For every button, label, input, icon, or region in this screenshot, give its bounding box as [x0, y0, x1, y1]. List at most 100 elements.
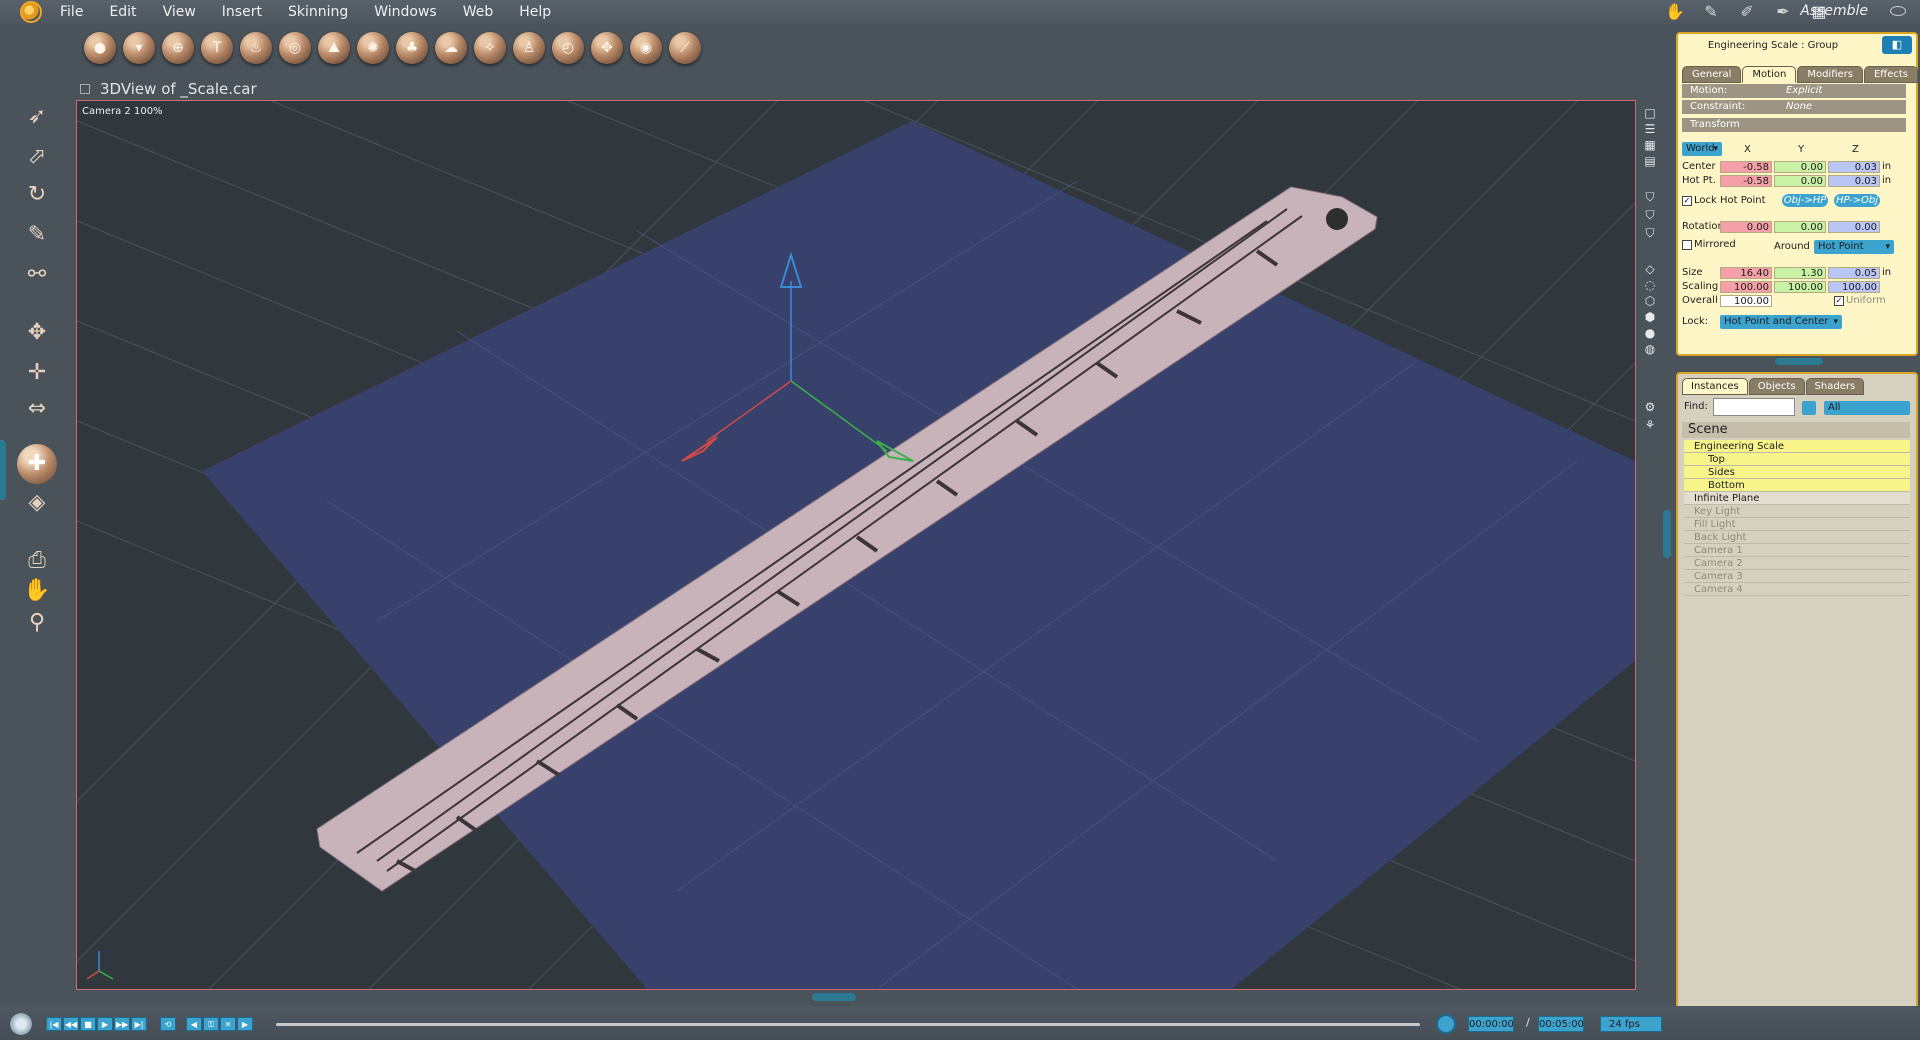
space-dropdown[interactable]: World ▾ — [1682, 142, 1722, 156]
quad-view-icon[interactable]: ▦ — [1643, 138, 1657, 152]
tab-objects[interactable]: Objects — [1748, 378, 1805, 395]
tri-view-icon[interactable]: ▤ — [1643, 154, 1657, 168]
add-key-icon[interactable]: ⚿ — [203, 1017, 219, 1031]
hotpt-x-field[interactable]: -0.58 — [1720, 175, 1772, 187]
timeline-splitter-handle[interactable] — [812, 993, 856, 1001]
render-icon[interactable]: ⚘ — [1643, 418, 1657, 432]
text-icon[interactable]: T — [201, 32, 233, 64]
light-select-icon[interactable]: ⛉ — [1643, 208, 1657, 222]
menu-help[interactable]: Help — [519, 4, 551, 20]
scaling-z-field[interactable]: 100.00 — [1828, 281, 1880, 293]
tab-general[interactable]: General — [1682, 66, 1742, 83]
panel-splitter-handle[interactable] — [1775, 358, 1823, 365]
rotation-x-field[interactable]: 0.00 — [1720, 221, 1772, 233]
menu-file[interactable]: File — [60, 4, 83, 20]
hand-room-icon[interactable]: ✋ — [1664, 3, 1686, 21]
app-logo-icon[interactable] — [20, 1, 42, 23]
hand-pan-icon[interactable]: ✋ — [20, 576, 54, 606]
single-view-icon[interactable]: □ — [1643, 106, 1657, 120]
texture-room-icon[interactable]: ✐ — [1736, 3, 1758, 21]
center-y-field[interactable]: 0.00 — [1774, 161, 1826, 173]
scene-tree-item[interactable]: Key Light — [1684, 505, 1910, 518]
terrain-icon[interactable]: ⛰ — [318, 32, 350, 64]
loop-icon[interactable]: ⟲ — [160, 1017, 176, 1031]
tab-effects[interactable]: Effects — [1863, 66, 1918, 83]
center-z-field[interactable]: 0.03 — [1828, 161, 1880, 173]
obj-to-hp-button[interactable]: Obj->HP — [1782, 194, 1828, 207]
find-input[interactable] — [1713, 398, 1795, 416]
split-view-icon[interactable]: ☰ — [1643, 122, 1657, 136]
rotation-y-field[interactable]: 0.00 — [1774, 221, 1826, 233]
puzzle-icon[interactable]: ✥ — [591, 32, 623, 64]
scene-tree-item[interactable]: Infinite Plane — [1684, 492, 1910, 505]
cog-icon[interactable]: ✺ — [357, 32, 389, 64]
scene-tree-item[interactable]: Top — [1684, 453, 1910, 466]
move-tool-icon[interactable]: ✚ — [17, 444, 57, 484]
size-z-field[interactable]: 0.05 — [1828, 267, 1880, 279]
scene-tree-item[interactable]: Sides — [1684, 466, 1910, 479]
around-dropdown[interactable]: Hot Point ▾ — [1814, 240, 1894, 254]
constraint-row[interactable]: Constraint: None — [1682, 100, 1906, 114]
constraint-value[interactable]: None — [1786, 100, 1812, 114]
tab-motion[interactable]: Motion — [1742, 66, 1797, 83]
next-key-icon[interactable]: ▶ — [237, 1017, 253, 1031]
menu-web[interactable]: Web — [463, 4, 494, 20]
filter-dropdown[interactable]: All — [1824, 401, 1910, 415]
scene-tree-item[interactable]: Camera 1 — [1684, 544, 1910, 557]
scaling-x-field[interactable]: 100.00 — [1720, 281, 1772, 293]
menu-insert[interactable]: Insert — [222, 4, 262, 20]
torus-icon[interactable]: ◎ — [279, 32, 311, 64]
scene-tree-item[interactable]: Bottom — [1684, 479, 1910, 492]
panel-toggle-icon[interactable]: ◧ — [1882, 36, 1912, 54]
animation-icon[interactable] — [10, 1013, 32, 1035]
link-icon[interactable]: ⚯ — [20, 260, 54, 290]
tree-icon[interactable]: ♣ — [396, 32, 428, 64]
preview-icon[interactable]: ⚙ — [1643, 400, 1657, 414]
menu-view[interactable]: View — [163, 4, 196, 20]
overall-field[interactable]: 100.00 — [1720, 295, 1772, 307]
scene-tree-item[interactable]: Camera 2 — [1684, 557, 1910, 570]
cloud-icon[interactable]: ☁ — [435, 32, 467, 64]
zoom-icon[interactable]: ⚲ — [20, 608, 54, 638]
close-icon[interactable] — [80, 84, 90, 94]
clock-icon[interactable]: ◴ — [552, 32, 584, 64]
lock-dropdown[interactable]: Hot Point and Center ▾ — [1720, 315, 1842, 329]
uniform-checkbox[interactable]: ✓ — [1834, 296, 1844, 306]
motion-row[interactable]: Motion: Explicit — [1682, 84, 1906, 98]
current-time-field[interactable]: 00:00:00 — [1468, 1016, 1514, 1032]
pen-icon[interactable]: ✎ — [20, 220, 54, 250]
clock-icon[interactable] — [1436, 1014, 1456, 1034]
brush-room-icon[interactable]: ✒ — [1772, 3, 1794, 21]
tab-modifiers[interactable]: Modifiers — [1797, 66, 1863, 83]
play-icon[interactable]: ▶ — [97, 1017, 113, 1031]
model-room-icon[interactable]: ✎ — [1700, 3, 1722, 21]
direct-select-icon[interactable]: ⬀ — [20, 142, 54, 172]
select-arrow-icon[interactable]: ➶ — [20, 102, 54, 132]
menu-skinning[interactable]: Skinning — [288, 4, 348, 20]
transform-section[interactable]: Transform — [1682, 118, 1906, 132]
size-y-field[interactable]: 1.30 — [1774, 267, 1826, 279]
lock-hot-point-checkbox[interactable]: ✓ — [1682, 196, 1692, 206]
prev-key-icon[interactable]: ◀ — [186, 1017, 202, 1031]
camera-select-icon[interactable]: ⛉ — [1643, 190, 1657, 204]
go-to-end-icon[interactable]: ▶| — [131, 1017, 147, 1031]
stop-icon[interactable]: ■ — [80, 1017, 96, 1031]
motion-value[interactable]: Explicit — [1786, 84, 1822, 98]
scene-tree-item[interactable]: Back Light — [1684, 531, 1910, 544]
move-plane-icon[interactable]: ✛ — [20, 358, 54, 388]
delete-key-icon[interactable]: ✕ — [220, 1017, 236, 1031]
camera-icon[interactable]: ⎙ — [20, 546, 54, 576]
smooth-icon[interactable]: ● — [1643, 326, 1657, 340]
hp-to-obj-button[interactable]: HP->Obj — [1834, 194, 1880, 207]
go-to-start-icon[interactable]: |◀ — [46, 1017, 62, 1031]
rewind-icon[interactable]: ◀◀ — [63, 1017, 79, 1031]
wireframe-icon[interactable]: ◌ — [1643, 278, 1657, 292]
scaling-y-field[interactable]: 100.00 — [1774, 281, 1826, 293]
display-box-icon[interactable]: ◇ — [1643, 262, 1657, 276]
rotate-icon[interactable]: ↻ — [20, 180, 54, 210]
fire-icon[interactable]: ✧ — [474, 32, 506, 64]
shaded-icon[interactable]: ⬢ — [1643, 310, 1657, 324]
flame-icon[interactable]: ♨ — [240, 32, 272, 64]
end-time-field[interactable]: 00:05:00 — [1538, 1016, 1584, 1032]
center-x-field[interactable]: -0.58 — [1720, 161, 1772, 173]
